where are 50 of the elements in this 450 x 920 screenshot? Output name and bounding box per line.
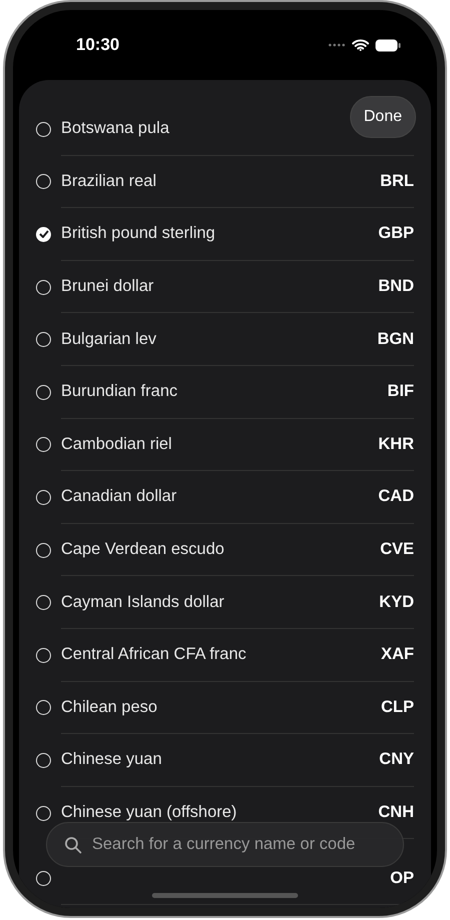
currency-name: Central African CFA franc — [61, 645, 246, 664]
currency-code: CVE — [380, 540, 414, 560]
currency-name: Bulgarian lev — [61, 330, 156, 349]
radio-icon[interactable] — [36, 700, 51, 716]
radio-icon[interactable] — [36, 437, 51, 452]
search-field[interactable]: Search for a currency name or code — [46, 822, 404, 867]
currency-code: BND — [378, 277, 414, 296]
wifi-icon — [352, 39, 369, 51]
radio-icon[interactable] — [36, 595, 51, 610]
signal-icon — [328, 43, 346, 47]
currency-code: BRL — [380, 172, 414, 191]
radio-icon[interactable] — [36, 648, 51, 663]
currency-code: KYD — [379, 592, 414, 612]
currency-name: British pound sterling — [61, 224, 216, 244]
currency-code: BGN — [377, 330, 414, 349]
radio-icon[interactable] — [36, 752, 51, 768]
battery-icon — [375, 38, 401, 52]
currency-code: KHR — [378, 434, 414, 454]
search-icon — [64, 836, 82, 854]
radio-icon[interactable] — [36, 871, 51, 886]
radio-icon[interactable] — [36, 490, 51, 505]
currency-name: Botswana pula — [61, 119, 170, 138]
currency-code: CLP — [381, 698, 414, 717]
currency-name: Canadian dollar — [61, 487, 177, 506]
radio-icon[interactable] — [36, 542, 51, 558]
currency-code: CAD — [378, 487, 414, 506]
radio-icon[interactable] — [36, 280, 51, 295]
checked-radio-icon[interactable] — [36, 226, 51, 242]
currency-code: XAF — [381, 645, 414, 664]
currency-name: Cape Verdean escudo — [61, 540, 224, 560]
radio-icon[interactable] — [36, 332, 51, 348]
currency-name: Chinese yuan (offshore) — [61, 803, 237, 822]
currency-code: GBP — [378, 224, 414, 244]
currency-name: Brunei dollar — [61, 277, 154, 296]
radio-icon[interactable] — [36, 174, 51, 190]
currency-code: CNY — [379, 750, 414, 770]
radio-icon[interactable] — [36, 384, 51, 400]
currency-code: CNH — [378, 803, 414, 822]
status-time: 10:30 — [76, 35, 120, 55]
currency-name: Chilean peso — [61, 698, 158, 717]
currency-name: Cambodian riel — [61, 434, 172, 454]
currency-name: Burundian franc — [61, 382, 178, 402]
currency-name: Brazilian real — [61, 172, 156, 191]
done-button[interactable]: Done — [350, 96, 416, 138]
radio-icon[interactable] — [36, 122, 51, 137]
currency-code: BIF — [387, 382, 414, 402]
currency-name: Cayman Islands dollar — [61, 592, 224, 612]
radio-icon[interactable] — [36, 806, 51, 821]
currency-name: Chinese yuan — [61, 750, 162, 770]
currency-code: OP — [390, 868, 414, 888]
